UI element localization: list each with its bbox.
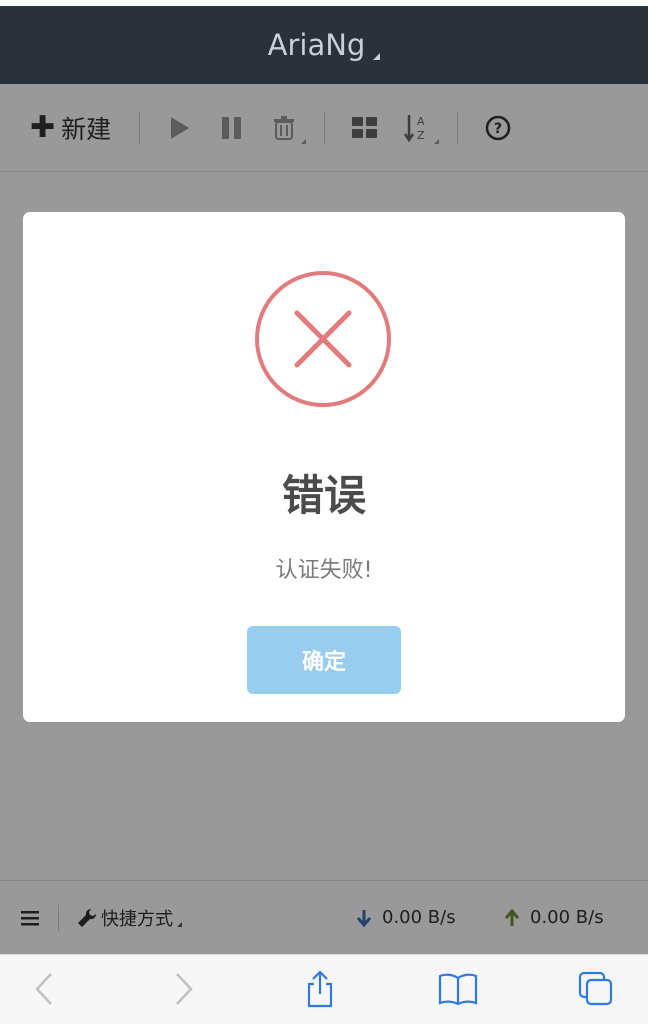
app-title: AriaNg [267,28,366,62]
back-button[interactable] [24,969,64,1009]
dialog-message: 认证失败! [275,558,373,583]
back-icon [35,973,52,1005]
dropdown-caret-icon [373,53,381,60]
error-x-circle-icon [255,271,391,407]
error-dialog: 错误 认证失败! 确定 [23,212,625,722]
confirm-button[interactable]: 确定 [247,626,401,694]
forward-icon [176,973,193,1005]
page: AriaNg ✚ 新建 A Z ? 快捷方式 0.00 B/s 0.00 B/s… [0,0,648,1024]
bookmarks-button[interactable] [438,969,478,1009]
share-icon [307,970,333,1008]
browser-toolbar [0,954,648,1024]
share-button[interactable] [300,969,340,1009]
bookmarks-icon [438,973,478,1006]
dialog-title: 错误 [281,471,366,520]
tabs-icon [578,971,613,1006]
app-title-menu[interactable]: AriaNg [268,28,381,62]
tabs-button[interactable] [576,969,616,1009]
app-header: AriaNg [0,0,648,84]
forward-button[interactable] [164,969,204,1009]
